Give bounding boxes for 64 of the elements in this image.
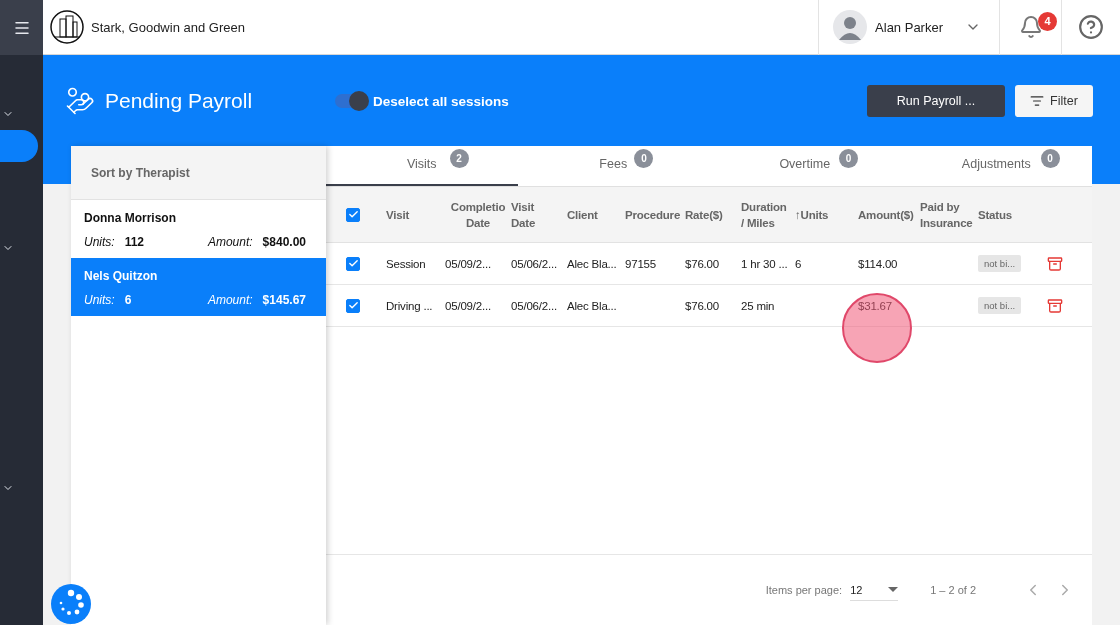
column-header: Rate($) [685,207,724,223]
toggle-switch[interactable] [335,94,367,108]
column-header: Duration / Miles [741,199,788,231]
table-cell: Alec Bla... [567,257,617,270]
status-tag: not bi... [978,255,1022,272]
notification-badge: 4 [1038,11,1057,31]
column-header: Visit [386,207,411,223]
per-page-select[interactable]: 12 [850,579,899,601]
run-payroll-button[interactable]: Run Payroll ... [867,85,1005,117]
column-header: Amount($) [858,207,915,223]
therapist-item[interactable]: Donna Morrison Units: 112 Amount: $840.00 [71,200,326,258]
tab[interactable]: Fees 0 [517,146,709,186]
bell-icon[interactable] [1018,15,1043,39]
table-cell: Alec Bla... [567,299,617,312]
user-name[interactable]: Alan Parker [875,19,943,35]
table-cell: $76.00 [685,299,719,312]
row-checkbox[interactable] [346,298,360,313]
page-title: Pending Payroll [105,89,254,113]
select-all-checkbox[interactable] [346,207,360,222]
column-header: ↑Units [795,207,830,223]
page-range: 1 – 2 of 2 [930,584,976,596]
table-cell: 05/09/2... [445,299,491,312]
table-cell: $31.67 [858,299,892,312]
table-cell: $76.00 [685,257,719,270]
count-badge: 0 [634,149,654,168]
items-per-page-label: Items per page: [765,584,843,596]
loading-button[interactable] [51,584,91,624]
company-name: Stark, Goodwin and Green [91,19,246,35]
column-header: Paid by Insurance [920,199,974,231]
building-logo-icon [50,10,84,44]
delete-icon[interactable] [1047,255,1063,272]
tab[interactable]: Overtime 0 [709,146,901,186]
table-cell: 25 min [741,299,775,312]
filter-button[interactable]: Filter [1015,85,1093,117]
row-checkbox[interactable] [346,256,360,271]
table-cell: 6 [795,257,802,270]
filter-icon [1030,94,1045,108]
column-header: Visit Date [511,199,537,231]
avatar-icon[interactable] [833,10,868,44]
column-header: Client [567,207,599,223]
toggle-label: Deselect all sessions [373,93,510,109]
count-badge: 0 [1040,149,1060,168]
table-cell: 05/06/2... [511,257,557,270]
table-cell: $114.00 [858,257,898,270]
table-cell: Session [386,257,426,270]
hand-coins-icon [65,86,95,116]
active-indicator [0,130,38,162]
table-cell: 97155 [625,257,656,270]
table-cell: 05/06/2... [511,299,557,312]
count-badge: 2 [449,149,469,168]
column-header: Completio Date [449,199,507,231]
table-cell: Driving ... [386,299,433,312]
delete-icon[interactable] [1047,297,1063,314]
count-badge: 0 [839,149,859,168]
column-header: Procedure [625,207,682,223]
column-header: Status [978,207,1013,223]
panel-header: Sort by Therapist [71,146,326,200]
table-cell: 1 hr 30 ... [741,257,788,270]
therapist-item[interactable]: Nels Quitzon Units: 6 Amount: $145.67 [71,258,326,316]
tab[interactable]: Adjustments 0 [900,146,1092,186]
caret-icon [888,587,899,592]
table-cell: 05/09/2... [445,257,491,270]
help-icon[interactable] [1078,14,1104,40]
status-tag: not bi... [978,297,1022,314]
